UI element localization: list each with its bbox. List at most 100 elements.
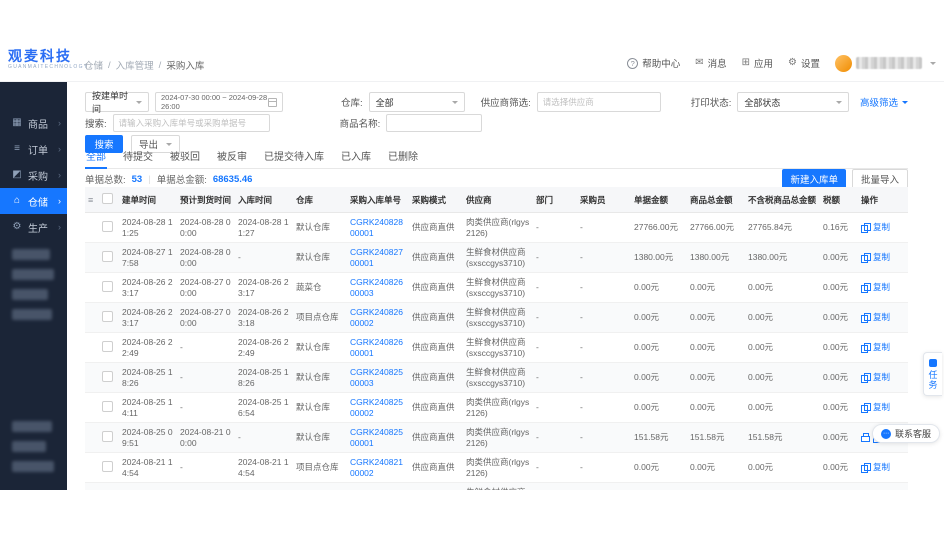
cell-actions: 复制 [858,273,908,303]
print-button[interactable] [861,433,870,442]
cell-tax: 0.00元 [820,303,858,333]
redacted-menu-items [0,249,67,320]
supplier-input[interactable] [537,92,661,112]
redacted-menu-item[interactable] [12,461,54,472]
sidebar-item-3[interactable]: ⌂仓储› [0,188,67,214]
tab-6[interactable]: 已删除 [387,148,419,168]
row-checkbox[interactable] [102,401,113,412]
order-number-link[interactable]: CGRK24082500001 [350,427,403,447]
sidebar-item-label: 采购 [28,168,48,183]
redacted-menu-item[interactable] [12,269,54,280]
cell-mode: 供应商直供 [409,363,463,393]
warehouse-select[interactable]: 全部 [369,92,465,112]
chevron-right-icon: › [58,196,61,206]
time-field-select[interactable]: 按建单时间 [85,92,149,112]
row-checkbox[interactable] [102,251,113,262]
copy-button[interactable]: 复制 [873,372,890,382]
search-label: 搜索: [85,116,107,130]
cell-eta: 2024-08-28 00:00 [177,213,235,243]
advanced-filter-link[interactable]: 高级筛选 [860,95,908,109]
table-row: 2024-08-25 18:26-2024-08-25 18:26默认仓库CGR… [85,363,908,393]
task-panel-button[interactable]: 任务 [923,352,942,396]
tab-0[interactable]: 全部 [85,148,107,168]
cell-tax: 0.00元 [820,333,858,363]
messages-button[interactable]: ✉ 消息 [695,56,726,70]
breadcrumb-item[interactable]: 入库管理 [116,58,154,72]
order-number-link[interactable]: CGRK24082600003 [350,277,403,297]
cell-buyer: - [577,273,631,303]
cell-eta: 2024-08-21 [177,483,235,491]
search-input[interactable] [113,114,270,132]
cell-dept: - [533,363,577,393]
cell-notax_total: 0.00元 [745,303,820,333]
row-checkbox[interactable] [102,461,113,472]
help-center-button[interactable]: ? 帮助中心 [627,56,680,70]
order-number-link[interactable]: CGRK24082800001 [350,217,403,237]
bulk-import-button[interactable]: 批量导入 [852,169,908,189]
column-settings-icon[interactable]: ≡ [88,195,93,205]
row-checkbox[interactable] [102,371,113,382]
copy-button[interactable]: 复制 [873,312,890,322]
copy-button[interactable]: 复制 [873,402,890,412]
order-number-link[interactable]: CGRK24082600001 [350,337,403,357]
order-number-link[interactable]: CGRK24082500002 [350,397,403,417]
print-status-label: 打印状态: [691,95,732,109]
row-checkbox[interactable] [102,221,113,232]
tab-2[interactable]: 被驳回 [169,148,201,168]
chevron-down-icon [452,101,458,104]
user-menu[interactable] [835,55,936,72]
date-range-input[interactable]: 2024-07-30 00:00 ~ 2024-09-28 26:00 [155,92,283,112]
copy-button[interactable]: 复制 [873,462,890,472]
breadcrumb-item[interactable]: 仓储 [84,58,103,72]
tab-5[interactable]: 已入库 [340,148,372,168]
sidebar-item-0[interactable]: ▦商品› [0,110,67,136]
row-checkbox[interactable] [102,341,113,352]
cell-warehouse: 蔬菜仓 [293,273,347,303]
redacted-menu-item[interactable] [12,421,52,432]
cell-spacer [85,243,99,273]
cell-goods_total [687,483,745,491]
row-checkbox[interactable] [102,311,113,322]
cell-actions: 复制 [858,243,908,273]
copy-button[interactable]: 复制 [873,222,890,232]
cell-actions: 复制 [858,453,908,483]
tab-4[interactable]: 已提交待入库 [263,148,325,168]
tab-3[interactable]: 被反审 [216,148,248,168]
advanced-filter-label: 高级筛选 [860,95,898,109]
table-header-row: ≡ 建单时间预计到货时间入库时间仓库采购入库单号采购模式供应商部门采购员单据金额… [85,187,908,213]
row-checkbox[interactable] [102,431,113,442]
gear-icon: ⚙ [788,58,797,68]
redacted-menu-item[interactable] [12,289,48,300]
storage-icon: ⌂ [11,196,23,206]
redacted-menu-item[interactable] [12,249,50,260]
cell-goods_total: 0.00元 [687,393,745,423]
contact-support-button[interactable]: ⋯ 联系客服 [872,424,940,443]
redacted-menu-item[interactable] [12,309,52,320]
sidebar-item-1[interactable]: ≡订单› [0,136,67,162]
settings-button[interactable]: ⚙ 设置 [788,56,820,70]
create-inbound-button[interactable]: 新建入库单 [782,169,846,189]
order-number-link[interactable]: CGRK24082500003 [350,367,403,387]
redacted-menu-item[interactable] [12,441,46,452]
tab-1[interactable]: 待提交 [122,148,154,168]
product-name-input[interactable] [386,114,482,132]
row-checkbox[interactable] [102,281,113,292]
select-all-checkbox[interactable] [102,193,113,204]
print-status-select[interactable]: 全部状态 [737,92,849,112]
cell-checkbox [99,213,119,243]
copy-button[interactable]: 复制 [873,252,890,262]
sidebar-item-2[interactable]: ◩采购› [0,162,67,188]
copy-button[interactable]: 复制 [873,342,890,352]
apps-button[interactable]: ⊞ 应用 [742,56,773,70]
cell-order_no: CGRK24082600003 [347,273,409,303]
order-number-link[interactable]: CGRK24082100002 [350,457,403,477]
order-number-link[interactable]: CGRK24082700001 [350,247,403,267]
copy-button[interactable]: 复制 [873,282,890,292]
cell-order_no: CGRK24082700001 [347,243,409,273]
task-icon [929,359,937,367]
cell-mode: 供应商直供 [409,303,463,333]
time-field-value: 按建单时间 [92,89,132,115]
sidebar-item-4[interactable]: ⚙生产› [0,214,67,240]
order-number-link[interactable]: CGRK24082600002 [350,307,403,327]
breadcrumb-item[interactable]: 采购入库 [166,58,204,72]
